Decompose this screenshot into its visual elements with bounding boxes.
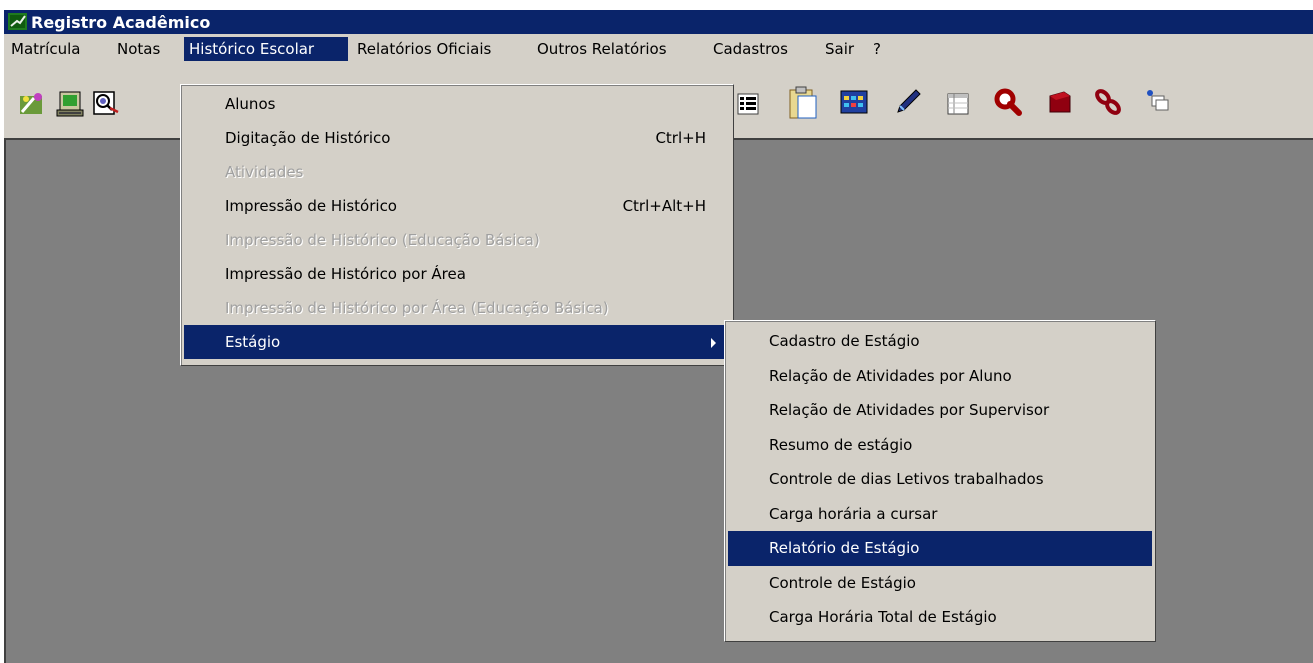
menu-notas[interactable]: Notas — [112, 37, 165, 61]
submenu-item-carga-horaria-total[interactable]: Carga Horária Total de Estágio — [728, 600, 1152, 635]
window-title: Registro Acadêmico — [31, 13, 211, 32]
submenu-item-resumo-estagio[interactable]: Resumo de estágio — [728, 428, 1152, 463]
submenu-item-cadastro-estagio[interactable]: Cadastro de Estágio — [728, 324, 1152, 359]
computer-icon[interactable] — [56, 90, 84, 118]
menu-help[interactable]: ? — [868, 37, 886, 61]
wizard-icon[interactable] — [18, 90, 46, 118]
submenu-item-relatorio-estagio[interactable]: Relatório de Estágio — [728, 531, 1152, 566]
menu-item-label: Relação de Atividades por Aluno — [769, 366, 1012, 385]
menu-item-alunos[interactable]: Alunos — [184, 87, 730, 121]
submenu-item-controle-dias-letivos[interactable]: Controle de dias Letivos trabalhados — [728, 462, 1152, 497]
menu-item-estagio[interactable]: Estágio — [184, 325, 730, 359]
menu-matricula[interactable]: Matrícula — [6, 37, 85, 61]
menu-item-impressao-historico-por-area[interactable]: Impressão de Histórico por Área — [184, 257, 730, 291]
menu-item-label: Impressão de Histórico por Área — [225, 265, 466, 283]
menu-item-label: Controle de dias Letivos trabalhados — [769, 470, 1044, 488]
menu-item-impressao-historico[interactable]: Impressão de Histórico Ctrl+Alt+H — [184, 189, 730, 223]
historico-escolar-menu: Alunos Digitação de Histórico Ctrl+H Ati… — [180, 84, 734, 366]
menu-item-label: Carga Horária Total de Estágio — [769, 608, 997, 626]
menu-item-label: Impressão de Histórico por Área (Educaçã… — [225, 299, 609, 317]
menu-item-atividades: Atividades — [184, 155, 730, 189]
menu-bar: Matrícula Notas Histórico Escolar Relató… — [4, 34, 1313, 64]
menu-outros-relatorios[interactable]: Outros Relatórios — [532, 37, 672, 61]
menu-cadastros[interactable]: Cadastros — [708, 37, 793, 61]
submenu-arrow-icon — [711, 338, 716, 348]
windows-icon[interactable] — [1144, 88, 1172, 116]
app-window: Registro Acadêmico Matrícula Notas Histó… — [4, 10, 1313, 663]
menu-item-shortcut: Ctrl+Alt+H — [622, 197, 706, 215]
table-icon[interactable] — [944, 90, 972, 118]
magnifier-icon[interactable] — [994, 88, 1022, 116]
link-icon[interactable] — [1094, 88, 1122, 116]
menu-item-label: Relatório de Estágio — [769, 539, 920, 557]
clipboard-icon[interactable] — [788, 86, 818, 120]
search-document-icon[interactable] — [92, 90, 120, 118]
app-icon — [8, 12, 28, 31]
menu-item-impressao-historico-educacao-basica: Impressão de Histórico (Educação Básica) — [184, 223, 730, 257]
menu-item-digitacao-historico[interactable]: Digitação de Histórico Ctrl+H — [184, 121, 730, 155]
list-icon[interactable] — [734, 90, 762, 118]
menu-item-shortcut: Ctrl+H — [655, 129, 706, 147]
submenu-item-controle-estagio[interactable]: Controle de Estágio — [728, 566, 1152, 601]
estagio-submenu: Cadastro de Estágio Relação de Atividade… — [724, 320, 1156, 642]
menu-item-label: Digitação de Histórico — [225, 129, 391, 147]
title-bar[interactable]: Registro Acadêmico — [4, 10, 1313, 34]
submenu-item-relacao-atividades-supervisor[interactable]: Relação de Atividades por Supervisor — [728, 393, 1152, 428]
menu-sair[interactable]: Sair — [820, 37, 859, 61]
menu-item-label: Resumo de estágio — [769, 435, 913, 454]
menu-item-label: Impressão de Histórico — [225, 197, 397, 215]
book-icon[interactable] — [1046, 88, 1074, 116]
menu-historico-escolar[interactable]: Histórico Escolar — [184, 37, 348, 61]
calendar-grid-icon[interactable] — [840, 88, 868, 116]
menu-item-label: Estágio — [225, 333, 281, 351]
menu-item-label: Alunos — [225, 95, 276, 113]
menu-item-label: Relação de Atividades por Supervisor — [769, 401, 1050, 419]
menu-item-label: Controle de Estágio — [769, 573, 916, 592]
menu-item-impressao-historico-por-area-educacao-basica: Impressão de Histórico por Área (Educaçã… — [184, 291, 730, 325]
menu-relatorios-oficiais[interactable]: Relatórios Oficiais — [352, 37, 496, 61]
submenu-item-carga-horaria-cursar[interactable]: Carga horária a cursar — [728, 497, 1152, 532]
menu-item-label: Atividades — [225, 163, 304, 181]
pen-icon[interactable] — [894, 88, 922, 116]
submenu-item-relacao-atividades-aluno[interactable]: Relação de Atividades por Aluno — [728, 359, 1152, 394]
menu-item-label: Impressão de Histórico (Educação Básica) — [225, 231, 540, 249]
menu-item-label: Carga horária a cursar — [769, 504, 938, 523]
menu-item-label: Cadastro de Estágio — [769, 332, 920, 350]
